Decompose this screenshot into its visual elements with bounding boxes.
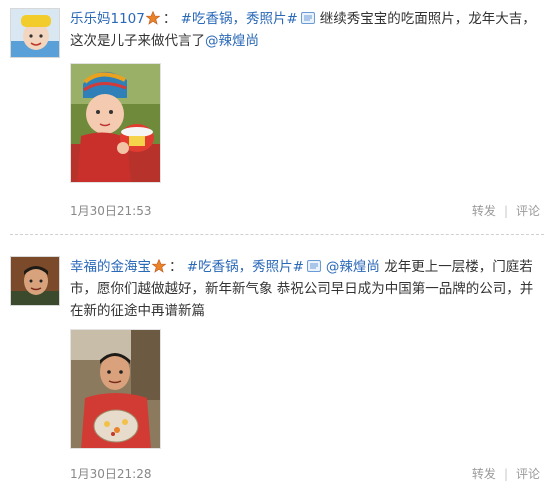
action-separator: | — [503, 204, 508, 218]
colon: ： — [169, 259, 183, 275]
topic-bubble-icon[interactable] — [300, 12, 315, 24]
post-time[interactable]: 1月30日21:28 — [70, 466, 152, 482]
weibo-feed: 乐乐妈1107： #吃香锅，秀照片# 继续秀宝宝的吃面照片，龙年大吉，这次是儿子来… — [0, 0, 554, 494]
avatar[interactable] — [10, 8, 60, 58]
avatar[interactable] — [10, 256, 60, 306]
post-photo[interactable] — [70, 63, 161, 183]
post-actions: 转发 | 评论 — [472, 203, 540, 219]
topic-link[interactable]: #吃香锅，秀照片# — [181, 11, 298, 27]
comment-button[interactable]: 评论 — [516, 204, 540, 218]
topic-bubble-icon[interactable] — [306, 260, 321, 272]
post-2: 幸福的金海宝： #吃香锅，秀照片# @辣煌尚 龙年更上一层楼，门庭若市，愿你们越做… — [0, 248, 554, 494]
mention-link[interactable]: @辣煌尚 — [326, 259, 380, 275]
comment-button[interactable]: 评论 — [516, 467, 540, 481]
repost-button[interactable]: 转发 — [472, 204, 496, 218]
topic-link[interactable]: #吃香锅，秀照片# — [187, 259, 304, 275]
post-divider — [10, 234, 544, 235]
post-text: 幸福的金海宝： #吃香锅，秀照片# @辣煌尚 龙年更上一层楼，门庭若市，愿你们越做… — [70, 256, 538, 322]
colon: ： — [162, 11, 177, 27]
post-time[interactable]: 1月30日21:53 — [70, 203, 152, 219]
post-photo[interactable] — [70, 329, 161, 449]
star-badge-icon[interactable] — [145, 11, 160, 25]
username[interactable]: 幸福的金海宝 — [70, 259, 151, 275]
mention-link[interactable]: @辣煌尚 — [205, 33, 259, 49]
post-meta: 1月30日21:53 转发 | 评论 — [70, 203, 540, 219]
post-meta: 1月30日21:28 转发 | 评论 — [70, 466, 540, 482]
post-actions: 转发 | 评论 — [472, 466, 540, 482]
username[interactable]: 乐乐妈1107 — [70, 11, 145, 27]
repost-button[interactable]: 转发 — [472, 467, 496, 481]
action-separator: | — [503, 467, 508, 481]
star-badge-icon[interactable] — [152, 259, 166, 273]
post-1: 乐乐妈1107： #吃香锅，秀照片# 继续秀宝宝的吃面照片，龙年大吉，这次是儿子来… — [0, 0, 554, 234]
post-text: 乐乐妈1107： #吃香锅，秀照片# 继续秀宝宝的吃面照片，龙年大吉，这次是儿子来… — [70, 8, 538, 52]
